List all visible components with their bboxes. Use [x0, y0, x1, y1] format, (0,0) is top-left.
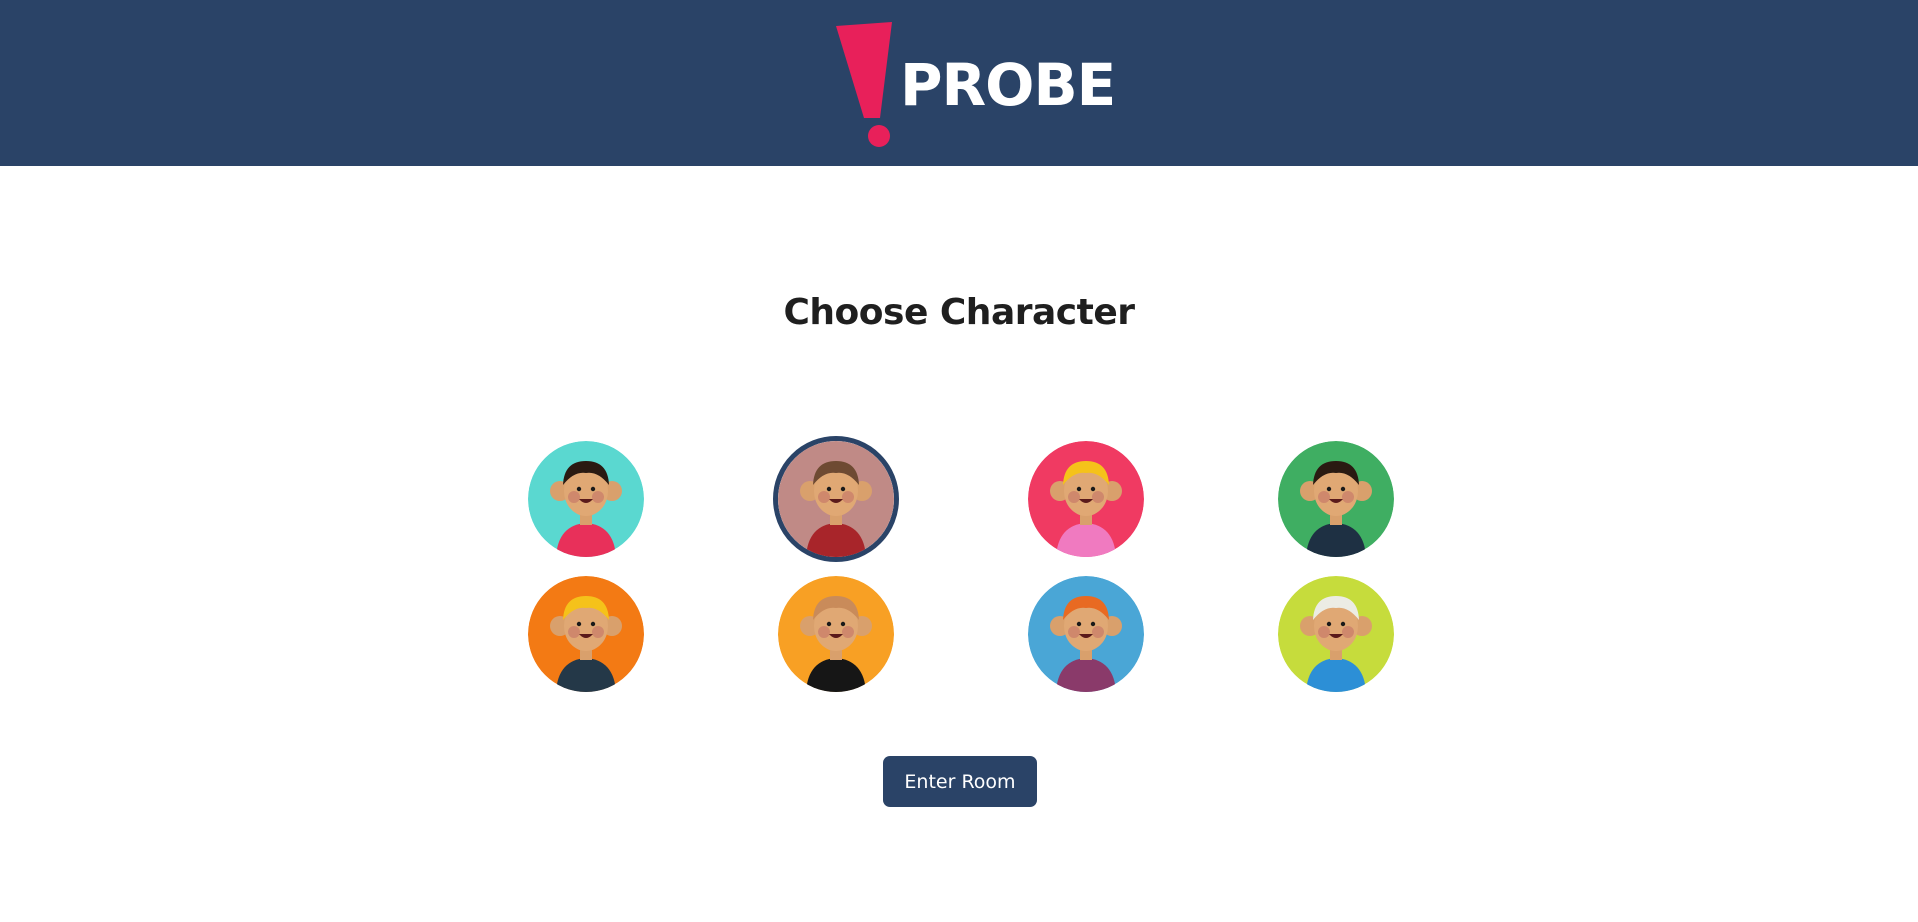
character-avatar-white-hair-kid-scarf[interactable] [1278, 576, 1394, 692]
character-avatar-redhead-girl-flower[interactable] [1028, 576, 1144, 692]
character-avatar-blonde-boy-heart-shirt[interactable] [528, 576, 644, 692]
character-avatar-boy-red-cap[interactable] [1278, 441, 1394, 557]
character-avatar-bald-kid-star-shirt[interactable] [778, 576, 894, 692]
character-avatar-heart-glasses-girl[interactable] [1028, 441, 1144, 557]
character-avatar-curly-hair-girl[interactable] [528, 441, 644, 557]
character-avatar-sunglasses-girl[interactable] [773, 436, 899, 562]
enter-room-button[interactable]: Enter Room [883, 756, 1037, 807]
